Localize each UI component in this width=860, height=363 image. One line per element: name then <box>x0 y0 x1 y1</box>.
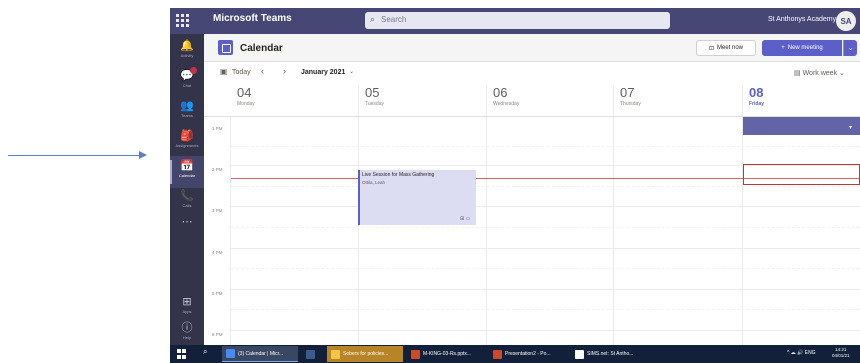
meeting-icons: ⊞ ▭ <box>460 216 471 222</box>
meet-now-button[interactable]: ⊡ Meet now <box>696 40 756 56</box>
rail-teams[interactable]: 👥 Teams <box>170 96 204 128</box>
half-hour-line <box>231 227 860 228</box>
time-label: 6 PM <box>212 332 223 337</box>
previous-week-button[interactable]: ‹ <box>261 66 264 76</box>
chevron-down-icon: ⌄ <box>839 70 845 77</box>
calendar-today-icon: ▣ <box>220 67 228 76</box>
time-label: 5 PM <box>212 291 223 296</box>
windows-start-icon[interactable] <box>177 349 187 359</box>
day-column[interactable] <box>359 117 487 345</box>
chat-icon: 💬 <box>180 70 194 82</box>
day-header[interactable]: 07 Thursday <box>614 85 743 116</box>
event-organizer: Ottila, Leah <box>362 180 386 185</box>
system-tray[interactable]: ^ ☁ 🔊 ENG <box>787 350 816 356</box>
notification-badge <box>190 67 197 74</box>
help-icon: ⓘ <box>181 322 193 334</box>
all-day-banner[interactable] <box>743 117 860 135</box>
time-label: 4 PM <box>212 250 223 255</box>
calendar-app-icon <box>218 40 233 55</box>
app-launcher-icon[interactable] <box>174 12 190 28</box>
time-label: 3 PM <box>212 208 223 213</box>
hour-line <box>231 248 860 249</box>
annotation-arrow-line <box>8 155 143 156</box>
search-placeholder: Search <box>381 15 407 24</box>
rail-more[interactable]: ⋯ <box>170 212 204 244</box>
org-switcher[interactable]: St Anthonys Academy ⌄ <box>768 15 844 23</box>
half-hour-line <box>231 146 860 147</box>
hour-line <box>231 206 860 207</box>
taskbar-app[interactable]: M-KING-03-Rs.pptx... <box>407 346 485 362</box>
view-grid-icon: ▤ <box>794 70 801 77</box>
search-icon[interactable]: ⌕ <box>203 347 207 357</box>
apps-icon: ⊞ <box>182 296 192 308</box>
view-switcher[interactable]: ▤ Work week ⌄ <box>794 69 845 77</box>
event-title: Live Session for Mass Gathering <box>362 172 435 178</box>
chevron-down-icon: ⌄ <box>847 45 854 52</box>
powerpoint-icon <box>411 349 420 359</box>
taskbar-app[interactable] <box>302 346 324 362</box>
day-column[interactable] <box>614 117 743 345</box>
more-icon: ⋯ <box>181 216 193 228</box>
new-meeting-dropdown-button[interactable]: ⌄ <box>843 40 857 56</box>
hour-line <box>231 289 860 290</box>
month-picker[interactable]: January 2021 <box>301 69 345 76</box>
annotation-arrow-head <box>139 151 147 159</box>
today-button[interactable]: Today <box>232 69 251 76</box>
teams-icon: 👥 <box>180 100 194 112</box>
sims-icon <box>575 349 584 359</box>
hour-line <box>231 330 860 331</box>
chevron-down-icon[interactable]: ▾ <box>849 124 852 131</box>
taskbar-app[interactable]: SIMS.net: St Antho... <box>571 346 649 362</box>
taskbar-clock[interactable]: 14:21 04/01/21 <box>832 347 850 359</box>
calendar-icon: 📅 <box>180 160 194 172</box>
chrome-icon <box>226 349 235 358</box>
time-label: 1 PM <box>212 126 223 131</box>
assignments-icon: 🎒 <box>180 130 194 142</box>
day-header-today[interactable]: 08 Friday <box>743 85 860 116</box>
time-label: 2 PM <box>212 167 223 172</box>
time-gutter <box>204 117 231 345</box>
rail-activity[interactable]: 🔔 Activity <box>170 36 204 68</box>
search-input[interactable] <box>365 12 670 29</box>
half-hour-line <box>231 268 860 269</box>
day-header[interactable]: 04 Monday <box>231 85 359 116</box>
day-column[interactable] <box>231 117 359 345</box>
chevron-down-icon[interactable]: ⌄ <box>349 68 354 75</box>
half-hour-line <box>231 186 860 187</box>
selected-time-slot[interactable] <box>743 164 860 185</box>
taskbar-app[interactable]: Presentation2 - Po... <box>489 346 567 362</box>
phone-icon: 📞 <box>180 190 194 202</box>
avatar[interactable]: SA <box>836 11 856 31</box>
video-camera-icon: ⊡ <box>708 45 714 52</box>
taskbar-app[interactable]: (3) Calendar | Micr... <box>222 346 298 362</box>
folder-icon <box>331 349 340 359</box>
rail-calendar[interactable]: 📅 Calendar <box>170 156 204 188</box>
taskbar-app[interactable]: Sobers for policies... <box>327 346 403 362</box>
day-header[interactable]: 06 Wednesday <box>487 85 614 116</box>
rail-assignments[interactable]: 🎒 Assignments <box>170 126 204 158</box>
app-title: Microsoft Teams <box>213 13 292 24</box>
day-column[interactable] <box>487 117 614 345</box>
day-column[interactable] <box>743 117 860 345</box>
bell-icon: 🔔 <box>180 40 194 52</box>
calendar-event[interactable] <box>358 170 476 225</box>
powerpoint-icon <box>493 349 502 359</box>
search-icon: ⌕ <box>370 14 376 24</box>
plus-icon: + <box>781 45 785 51</box>
day-header[interactable]: 05 Tuesday <box>359 85 487 116</box>
rail-chat[interactable]: 💬 Chat <box>170 66 204 98</box>
file-explorer-icon <box>306 349 315 359</box>
page-title: Calendar <box>240 43 283 54</box>
half-hour-line <box>231 309 860 310</box>
new-meeting-button[interactable]: + New meeting <box>762 40 842 56</box>
next-week-button[interactable]: › <box>283 66 286 76</box>
